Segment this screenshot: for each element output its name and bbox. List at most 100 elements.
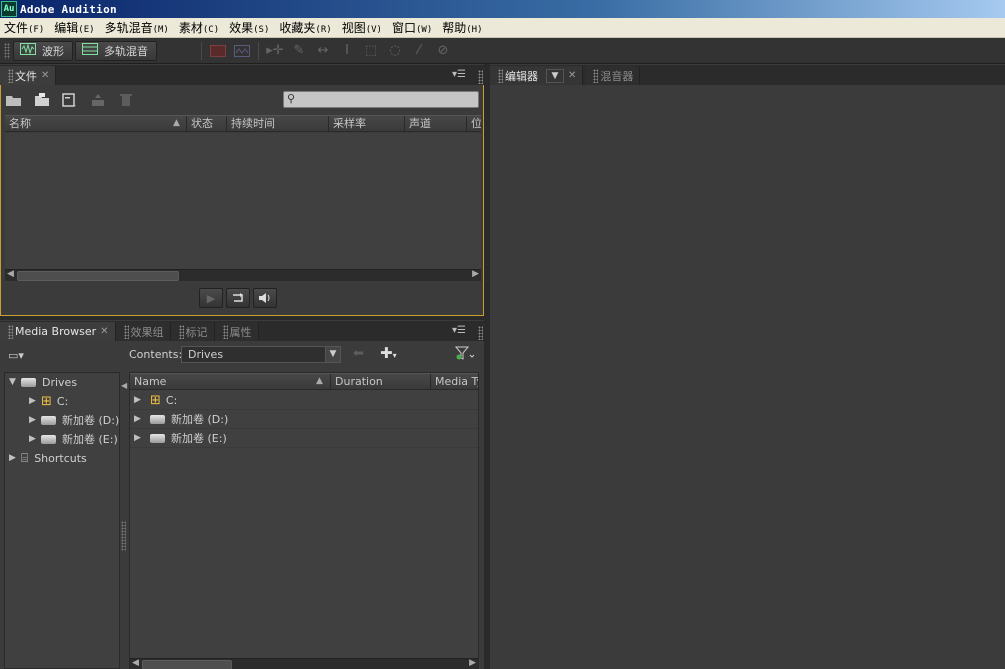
show-hide-tree-icon[interactable]: ▭▾ xyxy=(8,349,24,362)
tab-grip[interactable] xyxy=(8,324,13,339)
move-tool-icon[interactable]: ▸✛ xyxy=(263,41,287,61)
scroll-right-icon[interactable]: ▶ xyxy=(472,269,479,279)
waveform-view-button[interactable]: 波形 xyxy=(13,40,73,61)
lasso-tool-icon[interactable]: ◌ xyxy=(383,41,407,61)
slip-tool-icon[interactable]: ↔ xyxy=(311,41,335,61)
panel-grip[interactable] xyxy=(478,70,483,84)
toolbar-grip[interactable] xyxy=(4,42,10,59)
files-search-input[interactable]: ⚲ xyxy=(283,91,479,108)
auto-play-button[interactable] xyxy=(253,288,277,308)
column-name[interactable]: Name xyxy=(130,374,331,390)
open-folder-icon[interactable] xyxy=(5,91,23,109)
collapsed-triangle-icon[interactable]: ▶ xyxy=(134,414,146,424)
scroll-left-icon[interactable]: ◀ xyxy=(132,658,139,668)
collapsed-triangle-icon[interactable]: ▶ xyxy=(29,396,41,406)
scroll-thumb[interactable] xyxy=(17,271,179,281)
import-file-icon[interactable] xyxy=(33,91,51,109)
tab-properties-label: 属性 xyxy=(229,325,252,339)
multitrack-view-button[interactable]: 多轨混音 xyxy=(75,40,157,61)
back-arrow-icon[interactable]: ⬅ xyxy=(353,346,364,361)
panel-grip[interactable] xyxy=(478,326,483,340)
collapsed-triangle-icon[interactable]: ▶ xyxy=(9,453,21,463)
tab-grip[interactable] xyxy=(123,324,129,339)
menu-favorites[interactable]: 收藏夹(R) xyxy=(275,19,337,36)
tab-markers[interactable]: 标记 xyxy=(170,322,215,341)
close-icon[interactable]: ✕ xyxy=(568,70,576,81)
editor-file-dropdown[interactable]: ▼ xyxy=(546,68,564,83)
tab-media-browser[interactable]: Media Browser ✕ xyxy=(0,322,116,341)
close-icon[interactable]: ✕ xyxy=(41,70,49,81)
collapsed-triangle-icon[interactable]: ▶ xyxy=(29,434,41,444)
collapsed-triangle-icon[interactable]: ▶ xyxy=(29,415,41,425)
menu-window[interactable]: 窗口(W) xyxy=(388,19,438,36)
column-status[interactable]: 状态 xyxy=(187,116,227,132)
tab-grip[interactable] xyxy=(178,324,184,339)
tab-mixer[interactable]: 混音器 xyxy=(585,66,641,85)
tab-grip[interactable] xyxy=(8,68,13,83)
horizontal-splitter[interactable] xyxy=(0,316,484,320)
media-row-e[interactable]: ▶ 新加卷 (E:) xyxy=(130,429,478,448)
menu-file[interactable]: 文件(F) xyxy=(0,19,50,36)
filter-icon[interactable] xyxy=(454,346,475,363)
tree-item-shortcuts[interactable]: ▶ ⌸ Shortcuts xyxy=(9,449,87,467)
spectral-pitch-icon[interactable] xyxy=(230,41,254,61)
insert-to-multitrack-icon[interactable] xyxy=(89,91,107,109)
tree-item-drive-c[interactable]: ▶ ⊞ C: xyxy=(29,392,68,410)
spectral-frequency-icon[interactable] xyxy=(206,41,230,61)
scroll-right-icon[interactable]: ▶ xyxy=(469,658,476,668)
panel-menu-icon[interactable]: ▾☰ xyxy=(452,69,466,80)
pane-splitter-handle[interactable]: ◀ xyxy=(121,381,127,390)
column-media-type[interactable]: Media Ty xyxy=(431,374,478,390)
collapsed-triangle-icon[interactable]: ▶ xyxy=(134,395,146,405)
media-row-d[interactable]: ▶ 新加卷 (D:) xyxy=(130,410,478,429)
menu-multitrack[interactable]: 多轨混音(M) xyxy=(101,19,175,36)
files-horizontal-scrollbar[interactable]: ◀ ▶ xyxy=(5,269,481,281)
menu-clip[interactable]: 素材(C) xyxy=(175,19,225,36)
menu-help[interactable]: 帮助(H) xyxy=(438,19,488,36)
column-sample-rate[interactable]: 采样率 xyxy=(329,116,405,132)
razor-tool-icon[interactable]: ✎ xyxy=(287,41,311,61)
tree-item-drive-d[interactable]: ▶ 新加卷 (D:) xyxy=(29,411,119,429)
menu-effects[interactable]: 效果(S) xyxy=(225,19,275,36)
tab-grip[interactable] xyxy=(593,68,599,83)
media-horizontal-scrollbar[interactable]: ◀ ▶ xyxy=(130,658,478,669)
tab-editor[interactable]: 编辑器 ▼ ✕ xyxy=(490,66,584,85)
new-file-icon[interactable]: . xyxy=(61,91,79,109)
panel-menu-icon[interactable]: ▾☰ xyxy=(452,325,466,336)
trash-icon[interactable] xyxy=(117,91,135,109)
contents-dropdown[interactable]: Drives ▼ xyxy=(181,346,341,363)
media-list[interactable]: Name ▲ Duration Media Ty ▶ ⊞ C: ▶ 新加卷 (D… xyxy=(129,372,479,669)
scroll-left-icon[interactable]: ◀ xyxy=(7,269,14,279)
add-shortcut-icon[interactable]: ✚▾ xyxy=(380,344,397,362)
column-name[interactable]: 名称 xyxy=(5,116,187,132)
media-row-c[interactable]: ▶ ⊞ C: xyxy=(130,391,478,410)
menu-edit[interactable]: 编辑(E) xyxy=(50,19,100,36)
scroll-thumb[interactable] xyxy=(142,660,232,669)
drives-tree[interactable]: ▼ Drives ▶ ⊞ C: ▶ 新加卷 (D:) ▶ 新加卷 (E:) ▶ … xyxy=(4,372,120,669)
tree-item-drives[interactable]: ▼ Drives xyxy=(9,373,77,391)
tab-grip[interactable] xyxy=(222,324,228,339)
expanded-triangle-icon[interactable]: ▼ xyxy=(9,377,21,387)
column-duration[interactable]: 持续时间 xyxy=(227,116,329,132)
marquee-tool-icon[interactable]: ⬚ xyxy=(359,41,383,61)
column-bit-depth[interactable]: 位 xyxy=(467,116,481,132)
close-icon[interactable]: ✕ xyxy=(100,326,108,337)
column-duration[interactable]: Duration xyxy=(331,374,431,390)
play-button[interactable]: ▶ xyxy=(199,288,223,308)
tab-effects-rack[interactable]: 效果组 xyxy=(115,322,171,341)
paintbrush-tool-icon[interactable]: ⁄ xyxy=(407,41,431,61)
files-list[interactable] xyxy=(5,133,481,269)
column-channels[interactable]: 声道 xyxy=(405,116,467,132)
files-toolbar: . xyxy=(5,91,135,109)
editor-panel[interactable] xyxy=(490,85,1005,669)
collapsed-triangle-icon[interactable]: ▶ xyxy=(134,433,146,443)
tree-item-drive-e[interactable]: ▶ 新加卷 (E:) xyxy=(29,430,118,448)
loop-button[interactable] xyxy=(226,288,250,308)
tab-files[interactable]: 文件 ✕ xyxy=(0,66,57,85)
tab-grip[interactable] xyxy=(498,68,503,83)
time-selection-tool-icon[interactable]: I xyxy=(335,41,359,61)
tab-properties[interactable]: 属性 xyxy=(214,322,259,341)
menu-view[interactable]: 视图(V) xyxy=(338,19,388,36)
spot-healing-tool-icon[interactable]: ⊘ xyxy=(431,41,455,61)
pane-splitter-grip[interactable] xyxy=(121,521,126,551)
